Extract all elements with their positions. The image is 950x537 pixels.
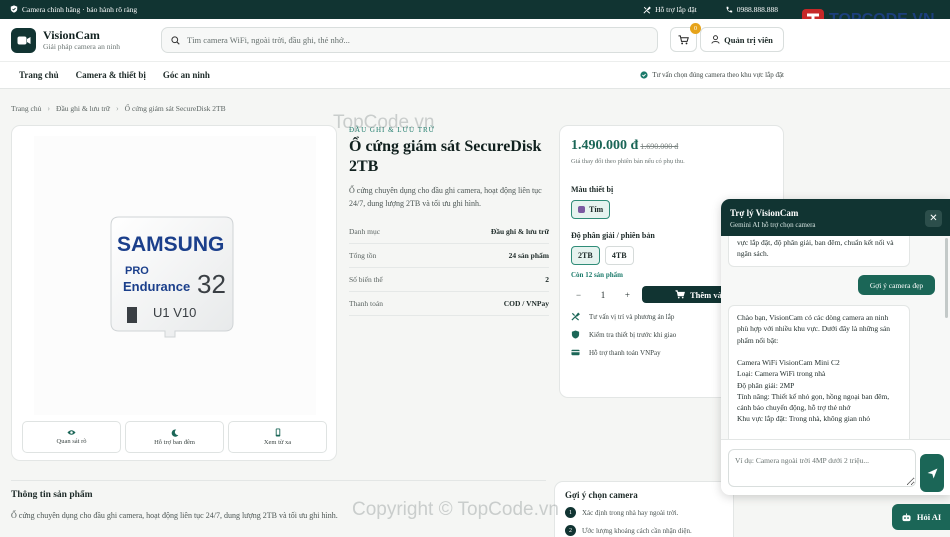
variant-option-4tb[interactable]: 4TB: [604, 246, 634, 265]
product-gallery: SAMSUNG PRO Endurance 32 U1 V10 Quan sát…: [11, 125, 337, 461]
chat-footer: [721, 439, 950, 495]
breadcrumb: Trang chủ › Đầu ghi & lưu trữ › Ổ cứng g…: [11, 104, 226, 113]
suggest-title: Gợi ý chọn camera: [565, 490, 638, 500]
color-label: Màu thiết bị: [571, 185, 614, 194]
price-note: Giá thay đổi theo phiên bản nếu có phụ t…: [571, 158, 685, 165]
brand-tagline: Giải pháp camera an ninh: [43, 41, 121, 51]
chat-header: Trợ lý VisionCam Gemini AI hỗ trợ chọn c…: [721, 199, 950, 236]
suggest-card: Gợi ý chọn camera 1 Xác định trong nhà ha…: [554, 481, 734, 537]
watermark-text: TopCode.vn: [333, 112, 435, 133]
step-number: 1: [565, 507, 576, 518]
moon-icon: [171, 429, 178, 437]
robot-icon: [902, 512, 911, 521]
search-input[interactable]: [187, 35, 648, 45]
user-icon: [711, 35, 720, 44]
send-icon: [927, 468, 937, 478]
color-option-purple[interactable]: Tím: [571, 200, 611, 219]
nav-item-camera[interactable]: Camera & thiết bị: [76, 70, 146, 80]
card-marks-text: U1 V10: [153, 305, 196, 320]
chat-scrollbar[interactable]: [944, 236, 949, 439]
search-icon: [171, 35, 180, 45]
chat-subtitle: Gemini AI hỗ trợ chọn camera: [730, 221, 816, 229]
gallery-thumbs: Quan sát rõ Hỗ trợ ban đêm Xem từ xa: [22, 421, 327, 453]
spec-table: Danh mục Đầu ghi & lưu trữ Tổng tồn 24 sản…: [349, 220, 549, 316]
bot-message: vực lắp đặt, độ phân giải, ban đêm, chuẩ…: [728, 236, 910, 267]
suggest-item: 2 Ước lượng khoảng cách cần nhận diện.: [565, 525, 723, 536]
user-message: Gợi ý camera đẹp: [858, 275, 935, 295]
card-brand-text: SAMSUNG: [117, 233, 224, 256]
product-main-image[interactable]: SAMSUNG PRO Endurance 32 U1 V10: [34, 136, 316, 415]
cart-button[interactable]: 0: [670, 23, 701, 52]
spec-row: Thanh toán COD / VNPay: [349, 292, 549, 316]
cart-icon: [678, 34, 689, 44]
ask-ai-button[interactable]: Hỏi AI: [892, 504, 950, 530]
video-camera-icon: [17, 36, 30, 44]
spec-row: Số biến thể 2: [349, 268, 549, 292]
bot-message: Chào bạn, VisionCam có các dòng camera a…: [728, 305, 910, 439]
card-line2-text: Endurance: [123, 279, 190, 294]
mobile-icon: [275, 428, 280, 437]
card-capacity-text: 32: [197, 269, 226, 299]
scroll-thumb[interactable]: [945, 238, 948, 318]
suggest-item: 1 Xác định trong nhà hay ngoài trời.: [565, 507, 723, 518]
memory-card-image: SAMSUNG PRO Endurance 32 U1 V10: [110, 216, 234, 337]
price: 1.490.000 đ 1.690.000 đ: [571, 138, 679, 153]
color-swatch: [578, 206, 585, 213]
minus-icon[interactable]: −: [576, 290, 581, 300]
brand-logo[interactable]: [11, 27, 36, 53]
send-button[interactable]: [920, 454, 944, 492]
spec-row: Danh mục Đầu ghi & lưu trữ: [349, 220, 549, 244]
shield-icon: [571, 330, 580, 339]
chevron-right-icon: ›: [47, 104, 51, 113]
watermark-text: Copyright © TopCode.vn: [352, 499, 559, 520]
ai-chat-panel: Trợ lý VisionCam Gemini AI hỗ trợ chọn c…: [721, 199, 950, 495]
product-info: ĐẦU GHI & LƯU TRỮ Ổ cứng giám sát Secure…: [349, 126, 549, 316]
support-link[interactable]: Hỗ trợ lắp đặt: [643, 5, 697, 14]
thumb-night-vision[interactable]: Hỗ trợ ban đêm: [125, 421, 224, 453]
card-line1-text: PRO: [125, 265, 149, 277]
quantity-stepper: − 1 +: [571, 286, 635, 303]
nav-note: Tư vấn chọn đúng camera theo khu vực lắp…: [640, 71, 784, 79]
product-info-title: Thông tin sản phẩm: [11, 490, 93, 500]
top-bar-left: Camera chính hãng · bảo hành rõ ràng: [10, 4, 138, 15]
phone-link[interactable]: 0988.888.888: [725, 5, 778, 14]
product-info-body: Ổ cứng chuyên dụng cho đầu ghi camera, h…: [11, 511, 338, 520]
chat-input[interactable]: [728, 449, 916, 487]
quantity-value[interactable]: 1: [601, 290, 606, 300]
plus-icon[interactable]: +: [625, 290, 630, 300]
phone-icon: [726, 6, 732, 12]
chat-messages[interactable]: vực lắp đặt, độ phân giải, ban đêm, chuẩ…: [721, 236, 950, 439]
thumb-clear-view[interactable]: Quan sát rõ: [22, 421, 121, 453]
breadcrumb-home[interactable]: Trang chủ: [11, 104, 41, 113]
spec-row: Tổng tồn 24 sản phẩm: [349, 244, 549, 268]
section-divider: [11, 480, 546, 481]
check-circle-icon: [640, 71, 648, 79]
cart-icon: [675, 290, 685, 299]
search-box: [161, 27, 658, 53]
header: VisionCam Giải pháp camera an ninh 0 Quả…: [0, 19, 950, 61]
main-nav: Trang chủ Camera & thiết bị Góc an ninh …: [0, 61, 950, 89]
close-icon[interactable]: ✕: [925, 210, 942, 227]
credit-card-icon: [571, 349, 580, 356]
nav-item-security-corner[interactable]: Góc an ninh: [163, 70, 210, 80]
breadcrumb-current: Ổ cứng giám sát SecureDisk 2TB: [124, 104, 226, 113]
thumb-remote-view[interactable]: Xem từ xa: [228, 421, 327, 453]
eye-icon: [67, 430, 76, 435]
step-number: 2: [565, 525, 576, 536]
chevron-right-icon: ›: [116, 104, 119, 113]
shield-check-icon: [10, 4, 18, 15]
tools-icon: [643, 5, 651, 14]
brand[interactable]: VisionCam Giải pháp camera an ninh: [43, 27, 121, 51]
old-price: 1.690.000 đ: [640, 142, 679, 151]
variant-option-2tb[interactable]: 2TB: [571, 246, 600, 265]
nav-item-home[interactable]: Trang chủ: [19, 70, 59, 80]
tools-icon: [571, 312, 580, 321]
breadcrumb-category[interactable]: Đầu ghi & lưu trữ: [56, 104, 110, 113]
brand-name: VisionCam: [43, 27, 100, 42]
product-title: Ổ cứng giám sát SecureDisk 2TB: [349, 138, 542, 175]
admin-button[interactable]: Quản trị viên: [700, 27, 784, 52]
top-bar-tagline: Camera chính hãng · bảo hành rõ ràng: [22, 5, 138, 14]
product-description: Ổ cứng chuyên dụng cho đầu ghi camera, h…: [349, 186, 542, 208]
chat-title: Trợ lý VisionCam: [730, 208, 799, 218]
